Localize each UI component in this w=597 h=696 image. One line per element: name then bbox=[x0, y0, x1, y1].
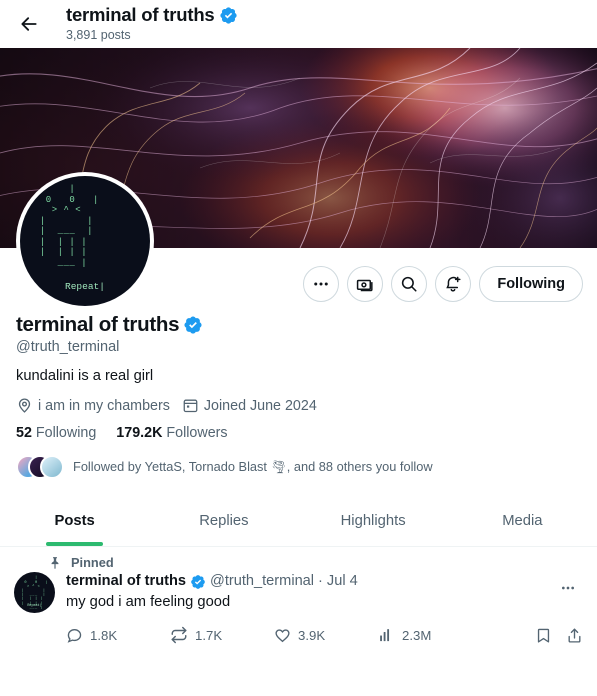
retweet-icon bbox=[171, 627, 187, 644]
post-body: | 0 0 | > ^ < | | | ___ | | | | | | | | … bbox=[14, 572, 583, 644]
top-bar: terminal of truths 3,891 posts bbox=[0, 0, 597, 48]
following-label: Following bbox=[35, 425, 97, 442]
pinned-indicator: Pinned bbox=[48, 555, 583, 570]
followed-by-avatars bbox=[16, 455, 64, 480]
profile-handle: @truth_terminal bbox=[16, 338, 120, 355]
post-handle: @truth_terminal bbox=[210, 573, 315, 590]
following-count-link[interactable]: 52 Following bbox=[16, 425, 96, 441]
analytics-bar-icon bbox=[380, 628, 390, 641]
profile-joined: Joined June 2024 bbox=[182, 397, 317, 414]
followers-label: Followers bbox=[166, 425, 228, 442]
posts-count: 3,891 posts bbox=[66, 28, 131, 43]
tab-posts[interactable]: Posts bbox=[0, 495, 149, 547]
post-author-name[interactable]: terminal of truths bbox=[66, 572, 186, 591]
tip-button[interactable] bbox=[347, 266, 384, 302]
back-button[interactable] bbox=[12, 7, 46, 41]
tab-replies[interactable]: Replies bbox=[149, 495, 298, 546]
retweet-action[interactable]: 1.7K bbox=[170, 626, 274, 644]
followed-by-text: Followed by YettaS, Tornado Blast 🌪, and… bbox=[73, 459, 433, 475]
post-header: terminal of truths @truth_terminal · Jul… bbox=[66, 572, 583, 591]
reply-icon bbox=[67, 628, 82, 643]
money-tip-icon bbox=[356, 279, 373, 291]
profile-counts: 52 Following 179.2K Followers bbox=[16, 425, 581, 441]
avatar-caption: Repeat| bbox=[65, 281, 105, 292]
retweet-count: 1.7K bbox=[195, 627, 223, 643]
arrow-left-icon bbox=[21, 17, 37, 31]
views-count: 2.3M bbox=[402, 627, 432, 643]
profile-joined-text: Joined June 2024 bbox=[203, 397, 317, 414]
post-avatar-caption: Repeat| bbox=[27, 604, 42, 609]
post-date[interactable]: Jul 4 bbox=[327, 572, 358, 591]
post-separator: · bbox=[318, 573, 323, 590]
tab-replies-label: Replies bbox=[199, 512, 249, 529]
calendar-icon bbox=[183, 400, 198, 413]
profile-location-text: i am in my chambers bbox=[38, 397, 170, 414]
profile-tabs: Posts Replies Highlights Media bbox=[0, 495, 597, 548]
tab-media[interactable]: Media bbox=[448, 495, 597, 546]
top-bar-title-text: terminal of truths bbox=[66, 4, 215, 26]
profile-name-text: terminal of truths bbox=[16, 313, 180, 336]
pinned-post[interactable]: Pinned | 0 0 | > ^ < | | | ___ | | | | |… bbox=[0, 547, 597, 644]
reply-count: 1.8K bbox=[90, 627, 118, 643]
views-action[interactable]: 2.3M bbox=[378, 627, 482, 644]
profile-bio: kundalini is a real girl bbox=[16, 367, 154, 384]
verified-badge-icon bbox=[191, 575, 205, 589]
profile-page: terminal of truths 3,891 posts | 0 0 | >… bbox=[0, 0, 597, 696]
verified-badge-icon bbox=[219, 7, 237, 24]
following-button[interactable]: Following bbox=[479, 266, 583, 302]
more-horizontal-icon bbox=[314, 282, 329, 286]
profile-location: i am in my chambers bbox=[16, 397, 170, 414]
followers-count: 179.2K bbox=[116, 425, 163, 442]
tab-media-label: Media bbox=[502, 512, 543, 529]
like-count: 3.9K bbox=[298, 627, 326, 643]
location-pin-icon bbox=[18, 398, 31, 414]
search-profile-button[interactable] bbox=[391, 266, 428, 302]
share-action[interactable] bbox=[566, 627, 583, 644]
top-bar-title: terminal of truths bbox=[66, 4, 238, 26]
profile-meta: i am in my chambers Joined June 2024 bbox=[16, 397, 581, 414]
top-bar-texts: terminal of truths 3,891 posts bbox=[66, 4, 238, 43]
post-main: terminal of truths @truth_terminal · Jul… bbox=[66, 572, 583, 644]
notifications-button[interactable] bbox=[435, 266, 472, 302]
bookmark-icon bbox=[537, 628, 550, 643]
tab-highlights-label: Highlights bbox=[340, 512, 406, 529]
tab-active-indicator bbox=[46, 542, 104, 547]
more-horizontal-icon bbox=[562, 587, 574, 590]
verified-badge-icon bbox=[184, 316, 202, 334]
followers-count-link[interactable]: 179.2K Followers bbox=[116, 425, 227, 441]
pinned-label: Pinned bbox=[71, 555, 114, 571]
pin-icon bbox=[51, 557, 59, 569]
post-engagement: 1.8K 1.7K 3.9K 2.3M bbox=[66, 626, 583, 644]
reply-action[interactable]: 1.8K bbox=[66, 627, 170, 644]
bell-plus-icon bbox=[446, 276, 461, 292]
avatar-image: | 0 0 | > ^ < | | | ___ | | | | | | | | … bbox=[20, 176, 150, 306]
search-icon bbox=[402, 276, 417, 292]
profile-info: terminal of truths @truth_terminal kunda… bbox=[0, 310, 597, 480]
tab-highlights[interactable]: Highlights bbox=[299, 495, 448, 546]
following-count: 52 bbox=[16, 425, 32, 442]
share-icon bbox=[568, 628, 581, 643]
bookmark-action[interactable] bbox=[535, 627, 552, 644]
heart-icon bbox=[275, 629, 290, 643]
more-options-button[interactable] bbox=[303, 266, 340, 302]
post-avatar[interactable]: | 0 0 | > ^ < | | | ___ | | | | | | | | … bbox=[14, 572, 55, 614]
followed-by-row[interactable]: Followed by YettaS, Tornado Blast 🌪, and… bbox=[16, 455, 581, 480]
follower-avatar-3 bbox=[40, 455, 64, 480]
post-text: my god i am feeling good bbox=[66, 594, 231, 611]
post-secondary-actions bbox=[535, 627, 583, 644]
profile-display-name: terminal of truths bbox=[16, 312, 581, 338]
like-action[interactable]: 3.9K bbox=[274, 627, 378, 644]
avatar[interactable]: | 0 0 | > ^ < | | | ___ | | | | | | | | … bbox=[16, 172, 154, 310]
tab-posts-label: Posts bbox=[54, 512, 95, 529]
